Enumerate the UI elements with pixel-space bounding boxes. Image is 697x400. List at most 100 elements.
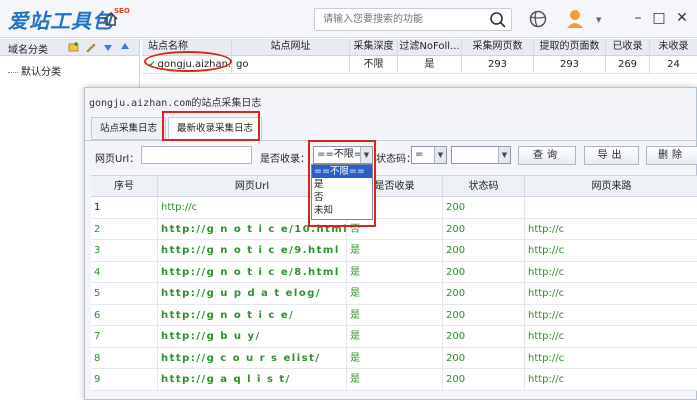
site-url-cell: go [232, 56, 350, 73]
filter-bar: 网页Url： 是否收录： ==不限== ▼ 状态码： = ▼ ▼ 查询 导出 删… [85, 146, 697, 168]
row-id: 4 [91, 261, 158, 282]
row-url[interactable]: http://g u p d a t elog/ [158, 283, 347, 304]
row-url[interactable]: http://g a q l i s t/ [158, 369, 347, 390]
status-op-select[interactable]: = ▼ [411, 146, 447, 164]
row-indexed: 是 [347, 261, 443, 282]
chevron-down-icon[interactable]: ▼ [498, 147, 510, 163]
chevron-down-icon[interactable]: ▼ [434, 147, 446, 163]
table-row[interactable]: 1 http://c 200 [91, 197, 697, 219]
row-id: 8 [91, 347, 158, 368]
search-input[interactable] [315, 9, 483, 30]
status-op-value: = [415, 149, 424, 160]
status-code-select[interactable]: ▼ [451, 146, 511, 164]
tree-item-default[interactable]: 默认分类 [8, 63, 61, 78]
edit-icon[interactable] [85, 41, 97, 53]
row-status: 200 [443, 369, 525, 390]
row-url[interactable]: http://g n o t i c e/8.html [158, 261, 347, 282]
category-header: 域名分类 [0, 39, 140, 56]
row-status: 200 [443, 326, 525, 347]
title-bar: 爱站工具包 SEO ▼ – □ ✕ [0, 0, 697, 38]
query-button[interactable]: 查询 [518, 146, 576, 165]
unindexed-cell: 24 [667, 59, 680, 70]
row-id: 6 [91, 304, 158, 325]
table-row[interactable]: 5 http://g u p d a t elog/ 是 200 http://… [91, 283, 697, 305]
url-label: 网页Url： [95, 154, 140, 165]
home-icon[interactable] [102, 10, 120, 28]
dropdown-option[interactable]: ==不限== [312, 165, 372, 178]
row-referrer[interactable]: http://c [525, 348, 697, 369]
row-referrer[interactable]: http://c [525, 219, 697, 240]
search-box[interactable] [314, 8, 512, 31]
row-id: 9 [91, 369, 158, 390]
row-status: 200 [443, 197, 525, 218]
row-status: 200 [443, 347, 525, 368]
col-header[interactable]: 网页来路 [525, 176, 697, 196]
row-indexed: 是 [347, 304, 443, 325]
row-status: 200 [443, 304, 525, 325]
log-grid: 序号 网页Url 是否收录 状态码 网页来路 1 http://c 200 2 … [91, 175, 697, 391]
table-row[interactable]: 8 http://g c o u r s elist/ 是 200 http:/… [91, 347, 697, 369]
row-status: 200 [443, 218, 525, 239]
table-row[interactable]: 7 http://g b u y/ 是 200 http://c [91, 326, 697, 348]
table-row[interactable]: 9 http://g a q l i s t/ 是 200 http://c [91, 369, 697, 391]
extracted-cell: 293 [534, 56, 606, 73]
close-button[interactable]: ✕ [674, 9, 690, 27]
move-down-icon[interactable] [102, 41, 114, 53]
row-referrer[interactable]: http://c [525, 326, 697, 347]
row-referrer[interactable]: http://c [525, 305, 697, 326]
indexed-dropdown-list: ==不限== 是 否 未知 [311, 164, 373, 220]
row-id: 3 [91, 240, 158, 261]
basketball-icon[interactable] [528, 9, 548, 29]
table-row[interactable]: 2 http://g n o t i c e/10.html 否 200 htt… [91, 218, 697, 240]
table-row[interactable]: 6 http://g n o t i c e/ 是 200 http://c [91, 304, 697, 326]
col-header[interactable]: 提取的页面数 [534, 39, 606, 55]
log-grid-header: 序号 网页Url 是否收录 状态码 网页来路 [91, 175, 697, 197]
url-input[interactable] [141, 146, 252, 164]
tab-crawl-log[interactable]: 站点采集日志 [91, 117, 167, 140]
row-referrer[interactable] [525, 197, 697, 218]
indexed-label: 是否收录： [260, 154, 310, 165]
row-status: 200 [443, 261, 525, 282]
search-icon[interactable] [489, 11, 507, 29]
logo-text: 爱站工具包 [8, 8, 113, 33]
indexed-cell: 269 [606, 56, 650, 73]
user-avatar-icon[interactable] [565, 8, 585, 30]
export-button[interactable]: 导出 [584, 146, 639, 165]
row-indexed: 是 [347, 369, 443, 390]
table-row[interactable]: 3 http://g n o t i c e/9.html 是 200 http… [91, 240, 697, 262]
row-url[interactable]: http://g n o t i c e/ [158, 304, 347, 325]
row-indexed: 是 [347, 283, 443, 304]
col-header[interactable]: 已收录 [606, 39, 650, 55]
row-url[interactable]: http://g n o t i c e/9.html [158, 240, 347, 261]
add-folder-icon[interactable] [68, 41, 80, 53]
category-label: 域名分类 [8, 45, 48, 56]
chevron-down-icon[interactable]: ▼ [596, 16, 601, 24]
dialog-title: gongju.aizhan.com的站点采集日志 [89, 98, 262, 109]
col-header[interactable]: 站点网址 [232, 39, 350, 55]
col-header[interactable]: 采集网页数 [462, 39, 534, 55]
dropdown-option[interactable]: 未知 [312, 204, 372, 217]
pages-cell: 293 [462, 56, 534, 73]
col-header[interactable]: 状态码 [443, 176, 525, 196]
status-label: 状态码： [376, 154, 416, 165]
row-referrer[interactable]: http://c [525, 240, 697, 261]
row-url[interactable]: http://g b u y/ [158, 326, 347, 347]
site-table-header: 站点名称 站点网址 采集深度 过滤NoFoll... 采集网页数 提取的页面数 … [142, 39, 697, 56]
col-header[interactable]: 序号 [91, 176, 158, 196]
row-referrer[interactable]: http://c [525, 262, 697, 283]
minimize-button[interactable]: – [630, 9, 646, 27]
move-up-icon[interactable] [119, 41, 131, 53]
row-referrer[interactable]: http://c [525, 283, 697, 304]
delete-button[interactable]: 删除 [646, 146, 697, 165]
maximize-button[interactable]: □ [651, 9, 667, 27]
table-row[interactable]: 4 http://g n o t i c e/8.html 是 200 http… [91, 261, 697, 283]
col-header[interactable]: 采集深度 [350, 39, 398, 55]
col-header[interactable]: 过滤NoFoll... [398, 39, 462, 55]
dropdown-option[interactable]: 否 [312, 191, 372, 204]
row-id: 1 [91, 197, 158, 218]
row-indexed: 是 [347, 240, 443, 261]
row-url[interactable]: http://g c o u r s elist/ [158, 347, 347, 368]
dropdown-option[interactable]: 是 [312, 178, 372, 191]
col-header[interactable]: 未收录 [650, 39, 697, 55]
row-referrer[interactable]: http://c [525, 369, 697, 390]
